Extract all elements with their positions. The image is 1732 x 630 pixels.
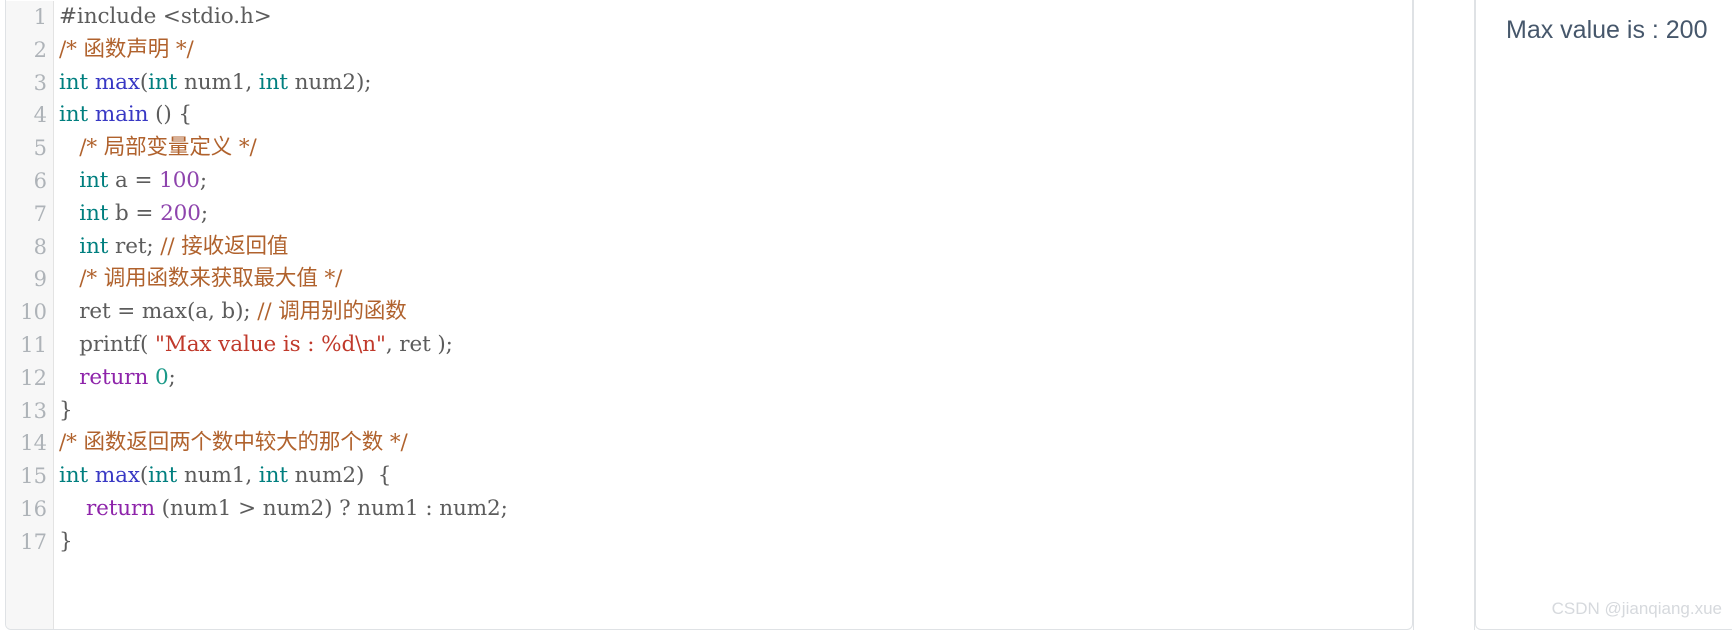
code-token: main: [94, 102, 149, 128]
code-line: /* 调用函数来获取最大值 */: [59, 263, 1412, 296]
line-number: 8: [33, 234, 47, 259]
code-line: int ret; // 接收返回值: [59, 231, 1412, 264]
divider-panel: [1413, 0, 1475, 630]
code-editor-body[interactable]: 1 2 3 4 5 6 7 8 9 10 11 12 13 14 15 16 17 #include <stdi…: [6, 0, 1412, 629]
code-token: (num1 > num2) ? num1 : num2;: [154, 495, 508, 521]
code-token: ;: [199, 167, 208, 193]
code-token: int: [148, 69, 178, 95]
code-token: int: [59, 69, 95, 95]
line-number: 9: [33, 267, 47, 292]
code-token: /* 调用函数来获取最大值 */: [59, 266, 343, 292]
code-line: #include <stdio.h>: [59, 1, 1412, 34]
code-token: return: [79, 364, 149, 390]
line-number: 14: [20, 431, 47, 456]
code-token: () {: [148, 102, 192, 128]
code-token: int: [258, 463, 288, 489]
code-token: int: [59, 463, 95, 489]
code-line: }: [59, 526, 1412, 559]
code-token: #include <stdio.h>: [59, 4, 272, 29]
line-number: 7: [33, 201, 47, 226]
code-token: num1,: [177, 69, 259, 95]
code-editor-panel[interactable]: 1 2 3 4 5 6 7 8 9 10 11 12 13 14 15 16 17 #include <stdi…: [5, 0, 1413, 630]
code-token: int: [148, 463, 178, 489]
screenshot-root: 1 2 3 4 5 6 7 8 9 10 11 12 13 14 15 16 17 #include <stdi…: [0, 0, 1732, 630]
code-token: (: [139, 463, 149, 489]
code-token: ret;: [108, 233, 161, 259]
code-token: num1,: [177, 463, 259, 489]
code-line: /* 函数声明 */: [59, 34, 1412, 67]
code-token: ret = max(a, b);: [59, 299, 258, 325]
code-token: ;: [168, 364, 176, 390]
code-token: }: [59, 528, 73, 554]
code-token: return: [85, 495, 155, 521]
line-number: 5: [33, 136, 47, 161]
code-line: int max(int num1, int num2) {: [59, 460, 1412, 493]
line-number: 10: [20, 300, 47, 325]
code-token: b =: [108, 200, 161, 226]
code-line: int main () {: [59, 99, 1412, 132]
line-number: 16: [20, 496, 47, 521]
program-output-text: Max value is : 200: [1506, 16, 1708, 44]
code-line: int a = 100;: [59, 165, 1412, 198]
code-line: /* 局部变量定义 */: [59, 132, 1412, 165]
code-token: 200: [160, 200, 201, 226]
code-token: num2) {: [287, 463, 392, 489]
line-number: 17: [20, 529, 47, 554]
line-number: 1: [33, 5, 47, 29]
code-token: 0: [154, 364, 169, 390]
line-number: 15: [20, 464, 47, 489]
code-token: int: [79, 200, 109, 226]
line-number: 3: [33, 70, 47, 95]
code-line: return (num1 > num2) ? num1 : num2;: [59, 493, 1412, 526]
code-line: int max(int num1, int num2);: [59, 67, 1412, 100]
line-number: 4: [33, 103, 47, 128]
code-token: a =: [108, 167, 160, 193]
code-token: /* 函数返回两个数中较大的那个数 */: [59, 430, 408, 456]
csdn-watermark: CSDN @jianqiang.xue: [1551, 599, 1722, 618]
code-line: }: [59, 395, 1412, 428]
code-token: int: [258, 69, 288, 95]
code-token: // 接收返回值: [160, 233, 289, 259]
code-token: printf(: [59, 331, 155, 357]
code-token: int: [79, 167, 109, 193]
line-number: 11: [20, 332, 47, 357]
code-token: max: [94, 463, 140, 489]
line-number: 13: [20, 398, 47, 423]
code-token: /* 局部变量定义 */: [59, 135, 257, 161]
code-line: ret = max(a, b); // 调用别的函数: [59, 296, 1412, 329]
code-token: "Max value is : %d\n": [155, 331, 386, 357]
code-token: int: [79, 233, 109, 259]
program-output-panel: Max value is : 200 CSDN @jianqiang.xue: [1475, 0, 1732, 630]
code-token: , ret );: [385, 331, 453, 357]
code-line: int b = 200;: [59, 198, 1412, 231]
code-token: (: [139, 69, 149, 95]
code-line: /* 函数返回两个数中较大的那个数 */: [59, 427, 1412, 460]
code-line: return 0;: [59, 362, 1412, 395]
code-token: num2);: [287, 69, 372, 95]
code-token: /* 函数声明 */: [59, 36, 194, 62]
line-number: 6: [33, 168, 47, 193]
code-line: printf( "Max value is : %d\n", ret );: [59, 329, 1412, 362]
line-number: 2: [33, 37, 47, 62]
code-content[interactable]: #include <stdio.h>/* 函数声明 */int max(int …: [54, 1, 1412, 629]
line-number: 12: [20, 365, 47, 390]
code-token: 100: [159, 167, 200, 193]
code-token: int: [59, 102, 95, 128]
code-token: }: [59, 397, 73, 423]
code-token: // 调用别的函数: [257, 299, 407, 325]
code-token: ;: [200, 200, 208, 226]
line-number-gutter: 1 2 3 4 5 6 7 8 9 10 11 12 13 14 15 16 17: [6, 1, 54, 629]
code-token: max: [94, 69, 140, 95]
